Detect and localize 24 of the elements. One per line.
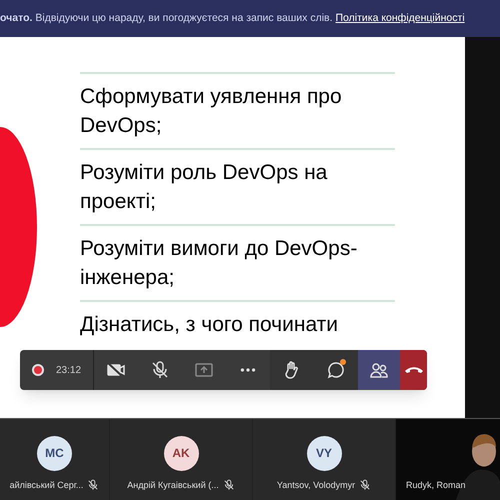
leave-call-button[interactable] (400, 350, 427, 390)
participant-name: Андрій Кугаівський (... (127, 478, 219, 492)
participant-name: Rudyk, Roman (406, 478, 466, 492)
muted-mic-icon (359, 479, 372, 492)
slide-bullet-text: Розуміти вимоги до DevOps-інженера; (80, 236, 358, 291)
raise-hand-button[interactable] (270, 350, 314, 390)
avatar: MC (37, 436, 72, 470)
muted-mic-icon (222, 479, 235, 492)
muted-mic-icon (87, 479, 100, 492)
participants-button[interactable] (358, 350, 400, 390)
slide-bullet-text: Сформувати уявлення про DevOps; (80, 84, 343, 139)
privacy-link[interactable]: Політика конфіденційності (335, 12, 465, 24)
participant-name: айлівський Серг... (10, 478, 84, 492)
slide-bullet-text: Розуміти роль DevOps на проекті; (80, 160, 328, 215)
chat-button[interactable] (314, 350, 358, 390)
recording-notice: очато. Відвідуючи цю нараду, ви погоджуєтеся на запис ваших слів. Політика конфіденційності (0, 10, 465, 26)
participant-name: Yantsov, Volodymyr (276, 478, 356, 492)
mic-off-icon (150, 360, 170, 380)
slide-bullet-text: Дізнатись, з чого починати (80, 312, 340, 338)
more-icon (240, 366, 256, 374)
avatar: AK (164, 436, 198, 470)
call-timer: 23:12 (56, 364, 82, 378)
chat-icon (326, 360, 346, 380)
avatar: VY (306, 436, 342, 470)
